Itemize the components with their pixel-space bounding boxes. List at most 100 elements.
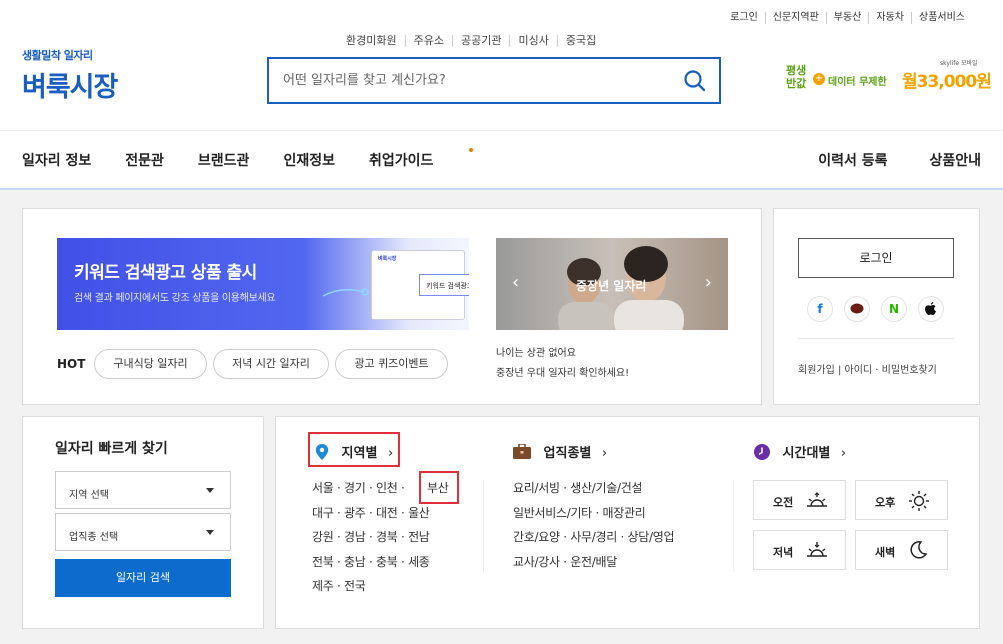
account-links[interactable]: 회원가입 | 아이디 · 비밀번호찾기	[798, 361, 937, 376]
time-label: 오전	[773, 496, 794, 509]
chevron-down-icon	[206, 530, 214, 535]
job-select-value: 업직종 선택	[69, 532, 119, 543]
job-row[interactable]: 일반서비스/기타 · 매장관리	[513, 501, 674, 526]
chevron-right-icon: ›	[601, 446, 608, 461]
search-input[interactable]	[269, 59, 669, 102]
main-nav: 일자리 정보 전문관 브랜드관 인재정보 취업가이드	[22, 148, 501, 170]
sunrise-icon	[807, 492, 827, 507]
region-select[interactable]: 지역 선택	[55, 471, 231, 509]
nav-guide[interactable]: 취업가이드	[369, 148, 474, 170]
site-logo[interactable]: 생활밀착 일자리 벼룩시장	[22, 47, 118, 104]
nav-special[interactable]: 전문관	[125, 150, 164, 170]
promo-title: 키워드 검색광고 상품 출시	[74, 263, 257, 283]
time-header[interactable]: 시간대별 ›	[754, 442, 846, 461]
nav-products[interactable]: 상품안내	[929, 150, 981, 170]
time-dawn-button[interactable]: 새벽	[855, 530, 948, 570]
nav-talent[interactable]: 인재정보	[283, 150, 335, 170]
time-header-label: 시간대별	[782, 446, 831, 461]
login-button[interactable]: 로그인	[798, 238, 954, 278]
nav-resume[interactable]: 이력서 등록	[818, 150, 887, 170]
time-label: 새벽	[875, 546, 896, 559]
hot-label: HOT	[57, 357, 86, 371]
job-row[interactable]: 요리/서빙 · 생산/기술/건설	[513, 476, 674, 501]
search-bar	[267, 57, 721, 104]
naver-icon[interactable]: N	[881, 296, 907, 322]
util-newspaper-link[interactable]: 신문지역판	[764, 12, 826, 24]
util-products-link[interactable]: 상품서비스	[911, 12, 972, 24]
briefcase-icon	[513, 443, 531, 459]
promo-mock-label: 키워드 검색광고 상품	[419, 274, 469, 296]
popular-keywords: 환경미화원 주유소 공공기관 미싱사 중국집	[346, 35, 604, 47]
keyword-link[interactable]: 공공기관	[451, 35, 509, 47]
logo-subtitle: 생활밀착 일자리	[22, 49, 93, 62]
region-row[interactable]: 대구 · 광주 · 대전 · 울산	[312, 501, 430, 526]
chevron-down-icon	[206, 488, 214, 493]
kakao-icon[interactable]	[844, 296, 870, 322]
keyword-link[interactable]: 주유소	[404, 35, 452, 47]
moon-icon	[910, 541, 928, 559]
chevron-right-icon: ›	[840, 446, 847, 461]
highlight-box	[308, 432, 400, 467]
photo-caption-2: 중장년 우대 일자리 확인하세요!	[496, 368, 630, 379]
keyword-link[interactable]: 미싱사	[509, 35, 556, 47]
keyword-link[interactable]: 중국집	[556, 35, 604, 47]
nav-brand[interactable]: 브랜드관	[198, 150, 250, 170]
util-realestate-link[interactable]: 부동산	[825, 12, 869, 24]
keyword-link[interactable]: 환경미화원	[346, 35, 405, 47]
sun-icon	[909, 491, 929, 511]
promo-subtitle: 검색 결과 페이지에서도 강조 상품을 이용해보세요	[74, 293, 276, 304]
ad-text-left: 평생 반값	[786, 64, 806, 90]
job-header-label: 업직종별	[543, 446, 592, 461]
utility-nav: 로그인 신문지역판 부동산 자동차 상품서비스	[723, 12, 972, 24]
ad-line2: 반값	[786, 77, 807, 90]
job-search-button[interactable]: 일자리 검색	[55, 559, 231, 597]
time-morning-button[interactable]: 오전	[753, 480, 846, 520]
facebook-icon[interactable]: f	[807, 296, 833, 322]
region-row[interactable]: 강원 · 경남 · 경북 · 전남	[312, 525, 430, 550]
arrow-icon	[322, 288, 369, 297]
job-list: 요리/서빙 · 생산/기술/건설 일반서비스/기타 · 매장관리 간호/요양 ·…	[513, 476, 675, 575]
mock-logo: 벼룩시장	[378, 256, 397, 262]
plus-icon: +	[813, 73, 825, 85]
region-row[interactable]: 제주 · 전국	[312, 574, 430, 599]
divider	[0, 130, 1003, 131]
quick-search-title: 일자리 빠르게 찾기	[55, 441, 168, 457]
time-label: 오후	[875, 496, 896, 509]
divider	[798, 338, 954, 339]
new-dot-icon	[469, 148, 474, 152]
ad-price: 월33,000원	[902, 72, 992, 92]
region-select-value: 지역 선택	[69, 490, 109, 501]
time-evening-button[interactable]: 저녁	[753, 530, 846, 570]
sunset-icon	[807, 542, 827, 557]
hot-tag[interactable]: 광고 퀴즈이벤트	[335, 349, 448, 379]
util-login-link[interactable]: 로그인	[723, 12, 765, 24]
search-icon[interactable]	[683, 69, 707, 97]
photo-banner-title: 중장년 일자리	[576, 279, 647, 293]
region-row[interactable]: 전북 · 충남 · 충북 · 세종	[312, 550, 430, 575]
region-list: 서울 · 경기 · 인천 · 대구 · 광주 · 대전 · 울산 강원 · 경남…	[312, 476, 430, 599]
util-car-link[interactable]: 자동차	[868, 12, 911, 24]
next-arrow-icon[interactable]: ›	[705, 272, 712, 293]
prev-arrow-icon[interactable]: ‹	[512, 272, 519, 293]
time-label: 저녁	[773, 546, 794, 559]
job-row[interactable]: 간호/요양 · 사무/경리 · 상담/영업	[513, 525, 675, 550]
clock-icon	[754, 444, 770, 460]
ad-text-middle: 데이터 무제한	[828, 77, 887, 88]
divider	[733, 480, 734, 572]
promo-banner[interactable]: 키워드 검색광고 상품 출시 검색 결과 페이지에서도 강조 상품을 이용해보세…	[57, 238, 469, 330]
header: 로그인 신문지역판 부동산 자동차 상품서비스 생활밀착 일자리 벼룩시장 환경…	[0, 0, 1003, 190]
apple-icon[interactable]	[918, 296, 944, 322]
job-header[interactable]: 업직종별 ›	[513, 442, 607, 461]
job-row[interactable]: 교사/강사 · 운전/배달	[513, 550, 674, 575]
hot-tag[interactable]: 저녁 시간 일자리	[213, 349, 329, 379]
hot-tag[interactable]: 구내식당 일자리	[94, 349, 207, 379]
photo-banner[interactable]: ‹ › 중장년 일자리	[496, 238, 728, 330]
nav-jobs[interactable]: 일자리 정보	[22, 150, 91, 170]
time-afternoon-button[interactable]: 오후	[855, 480, 948, 520]
ad-banner[interactable]: skylife 모바일 평생 반값 + 데이터 무제한 월33,000원	[786, 60, 992, 96]
highlight-box	[419, 471, 459, 504]
ad-brand: skylife 모바일	[940, 60, 978, 67]
ad-line1: 평생	[786, 64, 807, 77]
job-select[interactable]: 업직종 선택	[55, 513, 231, 551]
region-row[interactable]: 서울 · 경기 · 인천 ·	[312, 476, 430, 501]
